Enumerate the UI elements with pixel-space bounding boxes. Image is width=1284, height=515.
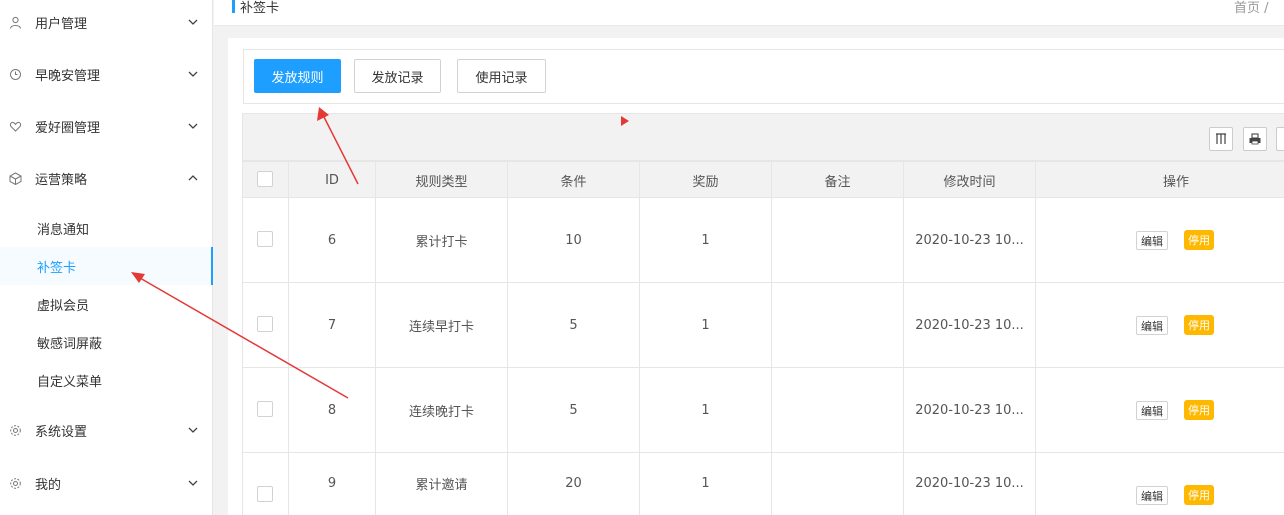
cell-modified-time: 2020-10-23 10... — [915, 232, 1024, 248]
column-header-condition[interactable]: 条件 — [508, 162, 639, 198]
edit-button[interactable]: 编辑 — [1136, 316, 1168, 335]
gear-icon — [9, 477, 22, 490]
edit-button[interactable]: 编辑 — [1136, 486, 1168, 505]
cell-reward: 1 — [701, 475, 710, 491]
column-header-id[interactable]: ID — [289, 162, 375, 198]
edit-button[interactable]: 编辑 — [1136, 401, 1168, 420]
disable-button[interactable]: 停用 — [1184, 315, 1214, 335]
print-icon[interactable] — [1243, 127, 1267, 151]
cell-modified-time: 2020-10-23 10... — [915, 317, 1024, 333]
menu-label: 我的 — [35, 477, 62, 493]
cell-modified-time: 2020-10-23 10... — [915, 402, 1024, 418]
row-checkbox[interactable] — [257, 231, 273, 247]
chevron-down-icon — [187, 120, 199, 132]
chevron-down-icon — [187, 16, 199, 28]
submenu-label: 敏感词屏蔽 — [37, 336, 103, 352]
submenu-label: 补签卡 — [37, 260, 77, 276]
cube-icon — [9, 171, 22, 185]
clock-icon — [9, 68, 22, 81]
gear-icon — [9, 424, 22, 437]
menu-label: 早晚安管理 — [35, 68, 101, 84]
cell-id: 6 — [327, 232, 337, 248]
cell-reward: 1 — [701, 402, 710, 418]
submenu-item-sensitive-words[interactable]: 敏感词屏蔽 — [0, 323, 213, 361]
cell-rule-type: 累计邀请 — [415, 477, 468, 493]
chevron-down-icon — [187, 68, 199, 80]
breadcrumb[interactable]: 首页 / — [1234, 0, 1269, 16]
menu-label: 爱好圈管理 — [35, 120, 101, 136]
column-header-reward[interactable]: 奖励 — [640, 162, 771, 198]
chevron-down-icon — [187, 477, 199, 489]
submenu-item-virtual-members[interactable]: 虚拟会员 — [0, 285, 213, 323]
submenu-item-makeup-card[interactable]: 补签卡 — [0, 247, 213, 285]
submenu-label: 消息通知 — [37, 222, 90, 238]
cell-modified-time: 2020-10-23 10... — [915, 475, 1024, 491]
menu-hobby-management[interactable]: 爱好圈管理 — [0, 106, 213, 146]
table-toolbar — [242, 113, 1284, 161]
issue-rules-button[interactable]: 发放规则 — [254, 59, 341, 93]
menu-label: 用户管理 — [35, 16, 88, 32]
columns-filter-icon[interactable] — [1209, 127, 1233, 151]
cell-rule-type: 累计打卡 — [415, 234, 468, 250]
sidebar: 用户管理 早晚安管理 爱好圈管理 运营策略 消息通知 补签卡 虚拟会员 敏感词屏… — [0, 0, 213, 515]
cell-id: 8 — [327, 402, 337, 418]
cell-condition: 5 — [569, 317, 578, 333]
menu-operation-strategy[interactable]: 运营策略 — [0, 158, 213, 198]
cell-rule-type: 连续早打卡 — [408, 319, 474, 335]
submenu-label: 虚拟会员 — [37, 298, 90, 314]
menu-mine[interactable]: 我的 — [0, 463, 213, 503]
title-accent-bar — [232, 0, 235, 13]
disable-button[interactable]: 停用 — [1184, 485, 1214, 505]
cell-condition: 20 — [565, 475, 582, 491]
cell-reward: 1 — [701, 232, 710, 248]
chevron-down-icon — [187, 424, 199, 436]
edit-button[interactable]: 编辑 — [1136, 231, 1168, 250]
disable-button[interactable]: 停用 — [1184, 230, 1214, 250]
grid-line — [1035, 161, 1036, 515]
chevron-up-icon — [187, 172, 199, 184]
row-checkbox[interactable] — [257, 486, 273, 502]
heart-icon — [9, 120, 22, 133]
column-header-modified-time[interactable]: 修改时间 — [904, 162, 1035, 198]
cell-rule-type: 连续晚打卡 — [408, 404, 474, 420]
page-title: 补签卡 — [240, 1, 280, 16]
disable-button[interactable]: 停用 — [1184, 400, 1214, 420]
row-checkbox[interactable] — [257, 316, 273, 332]
grid-line — [242, 161, 243, 515]
export-icon[interactable] — [1276, 127, 1284, 151]
row-checkbox[interactable] — [257, 401, 273, 417]
column-header-actions: 操作 — [1162, 174, 1189, 190]
cell-condition: 5 — [569, 402, 578, 418]
column-header-note[interactable]: 备注 — [772, 162, 903, 198]
submenu-item-custom-menu[interactable]: 自定义菜单 — [0, 361, 213, 399]
menu-label: 运营策略 — [35, 172, 88, 188]
cell-note — [772, 368, 903, 452]
page-header: 补签卡 首页 / — [214, 0, 1284, 26]
cell-id: 9 — [327, 475, 337, 491]
usage-records-button[interactable]: 使用记录 — [457, 59, 546, 93]
select-all-checkbox[interactable] — [257, 171, 273, 187]
submenu-label: 自定义菜单 — [37, 374, 103, 390]
cell-note — [772, 198, 903, 282]
issue-records-button[interactable]: 发放记录 — [354, 59, 441, 93]
cell-condition: 10 — [565, 232, 582, 248]
menu-system-settings[interactable]: 系统设置 — [0, 410, 213, 450]
submenu-item-notifications[interactable]: 消息通知 — [0, 209, 213, 247]
menu-user-management[interactable]: 用户管理 — [0, 2, 213, 42]
column-header-rule-type[interactable]: 规则类型 — [376, 162, 507, 198]
cell-note — [772, 283, 903, 367]
cell-id: 7 — [327, 317, 337, 333]
user-icon — [9, 16, 22, 29]
menu-greeting-management[interactable]: 早晚安管理 — [0, 54, 213, 94]
menu-label: 系统设置 — [35, 424, 88, 440]
cell-note — [772, 453, 903, 515]
cell-reward: 1 — [701, 317, 710, 333]
